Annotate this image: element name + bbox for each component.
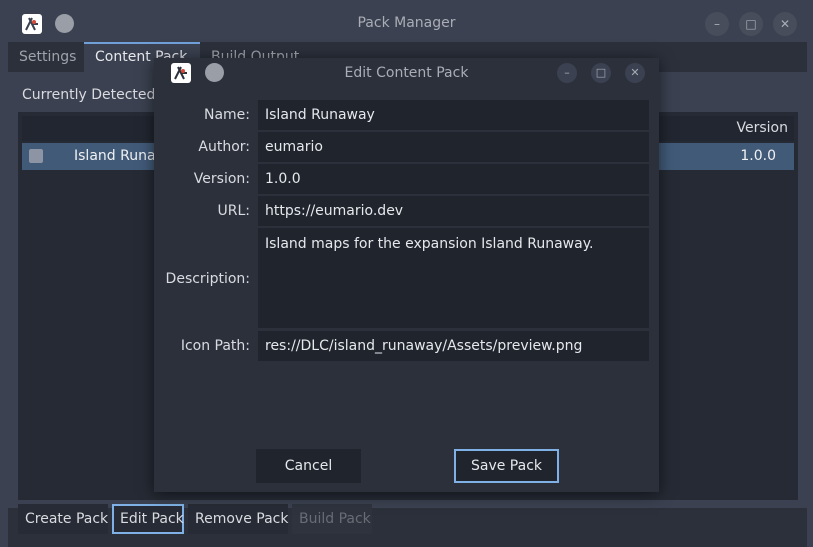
name-field[interactable]: Island Runaway — [258, 100, 649, 130]
version-label: Version: — [193, 171, 250, 187]
description-label: Description: — [165, 271, 250, 287]
name-label: Name: — [203, 107, 250, 123]
dialog-app-logo-icon — [171, 63, 191, 83]
dialog-circle-menu-icon[interactable] — [205, 63, 224, 82]
window-title: Pack Manager — [357, 15, 456, 31]
dialog-maximize-icon[interactable]: □ — [591, 63, 611, 83]
url-label: URL: — [217, 203, 251, 219]
author-field[interactable]: eumario — [258, 132, 649, 162]
url-field[interactable]: https://eumario.dev — [258, 196, 649, 226]
author-label: Author: — [198, 139, 250, 155]
description-field[interactable]: Island maps for the expansion Island Run… — [258, 228, 649, 328]
icon-path-field[interactable]: res://DLC/island_runaway/Assets/preview.… — [258, 331, 649, 361]
minimize-icon[interactable]: – — [705, 12, 729, 36]
circle-menu-icon[interactable] — [55, 14, 74, 33]
close-icon[interactable]: ✕ — [773, 12, 797, 36]
version-field[interactable]: 1.0.0 — [258, 164, 649, 194]
tab-settings[interactable]: Settings — [8, 42, 84, 72]
create-pack-button[interactable]: Create Pack — [18, 504, 108, 534]
icon-path-label: Icon Path: — [180, 338, 250, 354]
row-checkbox[interactable] — [29, 149, 43, 163]
build-pack-button: Build Pack — [292, 504, 372, 534]
maximize-icon[interactable]: □ — [739, 12, 763, 36]
dialog-close-icon[interactable]: ✕ — [625, 63, 645, 83]
edit-pack-button[interactable]: Edit Pack — [112, 504, 184, 534]
dialog-title: Edit Content Pack — [344, 65, 469, 81]
dialog-minimize-icon[interactable]: – — [557, 63, 577, 83]
row-pack-version: 1.0.0 — [740, 148, 776, 164]
app-logo-icon — [22, 14, 42, 34]
cancel-button[interactable]: Cancel — [256, 449, 361, 483]
remove-pack-button[interactable]: Remove Pack — [188, 504, 288, 534]
save-pack-button[interactable]: Save Pack — [454, 449, 559, 483]
column-header-version[interactable]: Version — [700, 116, 788, 141]
